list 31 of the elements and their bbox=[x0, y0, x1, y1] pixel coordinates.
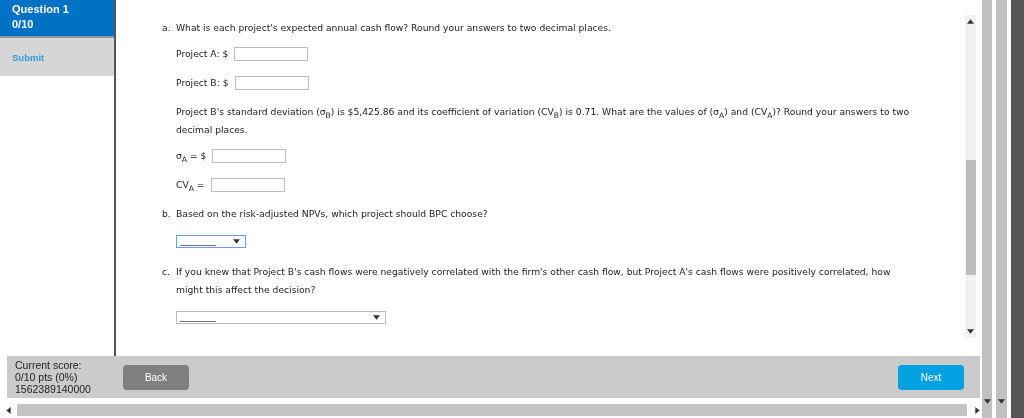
scroll-left-icon[interactable] bbox=[6, 406, 11, 414]
scrollbar[interactable] bbox=[982, 0, 993, 418]
answer-field[interactable] bbox=[210, 178, 285, 192]
answer-dropdown[interactable]: ________ bbox=[176, 235, 246, 248]
scroll-down-icon[interactable] bbox=[967, 329, 974, 334]
scroll-right-icon[interactable] bbox=[973, 406, 980, 414]
scrollbar[interactable] bbox=[996, 0, 1007, 418]
question-text: Based on the risk-adjusted NPVs, which project should BPC choose? bbox=[176, 207, 488, 221]
item-marker: b. bbox=[162, 207, 172, 221]
scrollbar[interactable] bbox=[965, 15, 976, 338]
item-marker: c. bbox=[162, 265, 171, 279]
caret-icon bbox=[233, 239, 240, 244]
field-label: σ$_{A}$ = $ bbox=[176, 149, 207, 165]
horizontal-scrollbar[interactable] bbox=[17, 404, 967, 416]
field-label: CV$_{A}$ = bbox=[176, 178, 205, 194]
caret-icon bbox=[373, 315, 380, 320]
field-label: Project B: $ bbox=[176, 76, 229, 90]
answer-dropdown[interactable]: ________ bbox=[176, 311, 386, 324]
question-text: If you knew that Project B's cash flows were negatively correlated with the firm's other cash flow, but Project A's cash flows were positively correlated, how might this affect the decision? bbox=[176, 265, 892, 297]
scroll-up-icon[interactable] bbox=[967, 19, 974, 24]
score-text: Current score: 0/10 pts (0%) 1562389140000 bbox=[14, 359, 92, 395]
back-button[interactable]: Back bbox=[123, 364, 189, 390]
answer-field[interactable] bbox=[234, 76, 309, 90]
field-label: Project A: $ bbox=[176, 47, 229, 61]
answer-field[interactable] bbox=[212, 149, 287, 163]
answer-field[interactable] bbox=[234, 47, 309, 61]
next-button[interactable]: Next bbox=[898, 364, 964, 390]
item-marker: a. bbox=[162, 21, 172, 35]
question-header[interactable]: Question 1 0/10 bbox=[0, 0, 114, 38]
question-text: Project B's standard deviation (σ$_{B}$) is $5,425.86 and its coefficient of variation (CV$_{B}$) is 0.71. What are the values of (σ$_{A}$) and (CV$_{A}$)? Round your answers to two decimal places. bbox=[176, 105, 911, 137]
question-text: What is each project's expected annual cash flow? Round your answers to two decimal places. bbox=[176, 21, 611, 35]
